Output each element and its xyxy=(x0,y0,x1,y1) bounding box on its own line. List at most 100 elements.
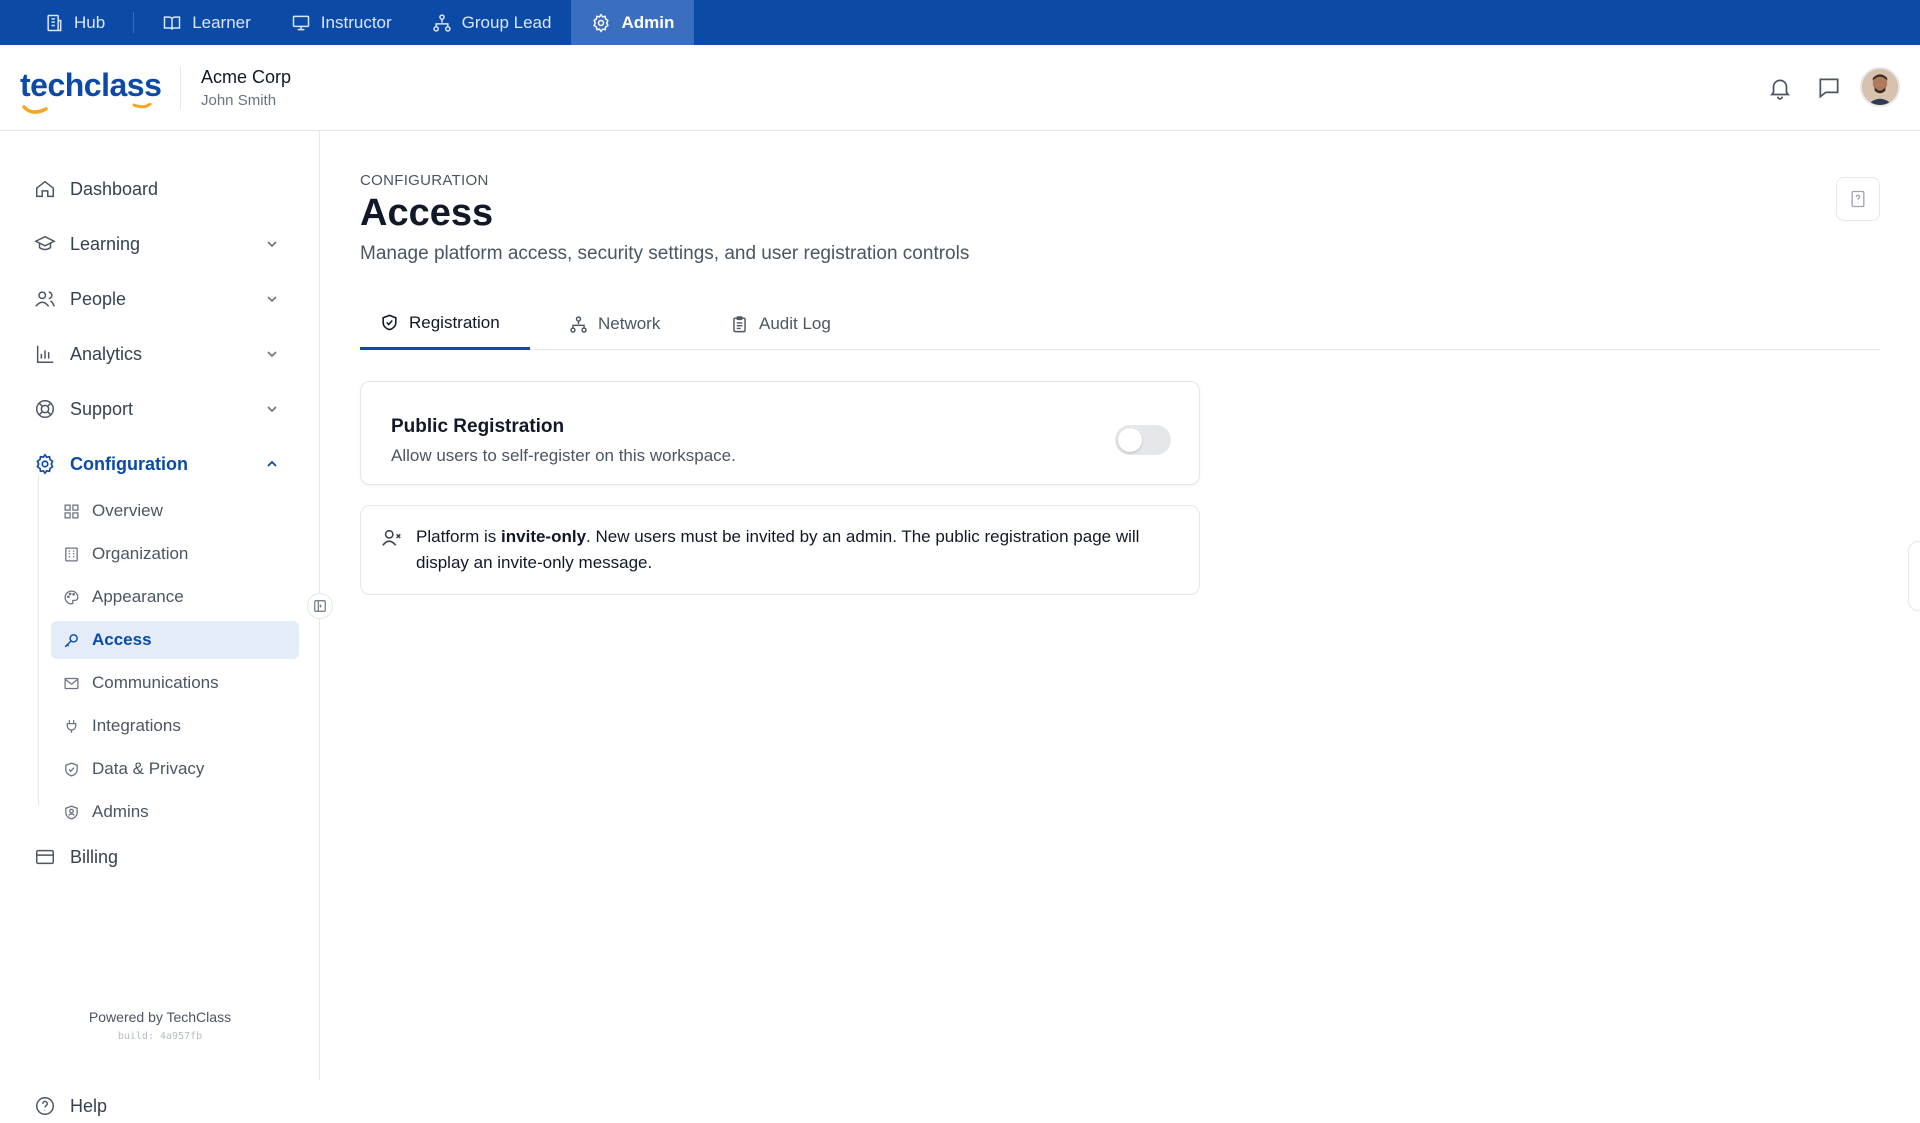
plug-icon xyxy=(66,719,77,733)
bell-icon[interactable] xyxy=(1767,75,1793,101)
role-label: Group Lead xyxy=(461,12,552,32)
grid-icon xyxy=(64,503,79,519)
mail-icon xyxy=(64,677,79,689)
notice-emphasis: invite-only xyxy=(501,527,587,546)
sidebar-subitem-label: Data & Privacy xyxy=(92,759,205,778)
role-label: Hub xyxy=(74,12,106,32)
gear-icon xyxy=(36,453,54,475)
invite-only-notice: Platform is invite-only. New users must … xyxy=(360,505,1200,595)
logo-swoosh-icon xyxy=(22,103,152,114)
techclass-logo[interactable]: techclass xyxy=(20,67,162,104)
tab-label: Registration xyxy=(409,312,500,332)
book-icon xyxy=(163,15,181,30)
sidebar-item-learning[interactable]: Learning xyxy=(34,227,290,261)
page-eyebrow: CONFIGURATION xyxy=(360,172,489,189)
lifebuoy-icon xyxy=(36,400,54,418)
help-document-icon xyxy=(1851,190,1865,208)
sidebar-subitem-organization[interactable]: Organization xyxy=(51,535,299,573)
help-doc-button[interactable] xyxy=(1836,177,1880,221)
sidebar-item-billing[interactable]: Billing xyxy=(34,840,290,874)
presentation-icon xyxy=(292,15,310,30)
building-icon xyxy=(65,546,78,562)
feedback-edge-tab[interactable] xyxy=(1908,541,1920,611)
tab-audit-log[interactable]: Audit Log xyxy=(730,298,831,350)
setting-description: Allow users to self-register on this wor… xyxy=(391,446,736,465)
tab-registration[interactable]: Registration xyxy=(360,298,530,350)
access-tabs: Registration Network Audit Log xyxy=(360,298,1880,350)
sidebar-subitem-label: Communications xyxy=(92,673,219,692)
role-label: Learner xyxy=(192,12,251,32)
role-tab-learner[interactable]: Learner xyxy=(142,0,271,45)
tab-label: Audit Log xyxy=(759,314,831,333)
users-icon xyxy=(35,291,55,307)
avatar[interactable] xyxy=(1860,67,1900,107)
sidebar-item-analytics[interactable]: Analytics xyxy=(34,337,290,371)
key-icon xyxy=(64,633,78,647)
tab-network[interactable]: Network xyxy=(569,298,660,350)
role-tab-instructor[interactable]: Instructor xyxy=(271,0,412,45)
page-description: Manage platform access, security setting… xyxy=(360,243,970,264)
shield-user-icon xyxy=(65,804,78,820)
sidebar-subitem-label: Integrations xyxy=(92,716,181,735)
sidebar-item-dashboard[interactable]: Dashboard xyxy=(34,172,290,206)
sidebar-subitem-label: Organization xyxy=(92,544,189,563)
sidebar-item-label: Configuration xyxy=(70,453,188,474)
role-tab-hub[interactable]: Hub xyxy=(24,0,125,45)
graduation-cap-icon xyxy=(34,235,56,251)
role-label: Admin xyxy=(621,12,675,32)
sidebar-item-label: Dashboard xyxy=(70,178,159,199)
palette-icon xyxy=(64,589,79,605)
sidebar-subitem-label: Access xyxy=(92,630,152,649)
role-tab-admin[interactable]: Admin xyxy=(571,0,695,45)
shield-check-icon xyxy=(382,314,397,331)
sidebar-item-label: Learning xyxy=(70,233,141,254)
sidebar-subitem-label: Overview xyxy=(92,501,163,520)
network-icon xyxy=(432,13,451,32)
submenu-guide-line xyxy=(38,475,39,805)
current-user-name: John Smith xyxy=(201,92,277,109)
sidebar-subitem-communications[interactable]: Communications xyxy=(51,664,299,702)
credit-card-icon xyxy=(36,849,54,865)
chat-icon[interactable] xyxy=(1816,75,1842,101)
sidebar-item-label: People xyxy=(70,288,127,309)
shield-check-icon xyxy=(65,761,78,777)
chevron-down-icon xyxy=(267,351,277,358)
sidebar-subitem-appearance[interactable]: Appearance xyxy=(51,578,299,616)
sidebar-collapse-button[interactable] xyxy=(307,593,333,619)
user-photo xyxy=(1862,69,1898,105)
sidebar-item-help[interactable]: Help xyxy=(34,1089,290,1123)
role-tab-group-lead[interactable]: Group Lead xyxy=(412,0,572,45)
toggle-knob xyxy=(1118,428,1142,452)
sidebar-item-support[interactable]: Support xyxy=(34,392,290,426)
public-registration-toggle[interactable] xyxy=(1115,425,1171,455)
sidebar-item-configuration[interactable]: Configuration xyxy=(34,447,290,481)
clipboard-list-icon xyxy=(733,315,746,332)
sidebar-item-label: Help xyxy=(70,1095,108,1116)
network-icon xyxy=(570,315,587,333)
sidebar-subitem-overview[interactable]: Overview xyxy=(51,492,299,530)
divider xyxy=(133,12,135,33)
powered-by-text: Powered by TechClass xyxy=(88,1009,232,1025)
divider xyxy=(180,67,181,109)
sidebar-item-label: Support xyxy=(70,398,134,419)
page-title: Access xyxy=(360,192,494,234)
sidebar-subitem-integrations[interactable]: Integrations xyxy=(51,707,299,745)
sidebar-subitem-admins[interactable]: Admins xyxy=(51,793,299,831)
notice-prefix: Platform is xyxy=(416,527,502,546)
sidebar-subitem-access[interactable]: Access xyxy=(51,621,299,659)
app-header: techclass Acme Corp John Smith xyxy=(0,45,1920,131)
help-circle-icon xyxy=(36,1097,54,1115)
home-icon xyxy=(36,180,54,198)
role-switcher-bar: Hub Learner Instructor Group Lead Admin xyxy=(0,0,1920,45)
sidebar-subitem-label: Appearance xyxy=(92,587,184,606)
sidebar-item-people[interactable]: People xyxy=(34,282,290,316)
sidebar: Dashboard Learning People Analytics Supp… xyxy=(0,131,320,1116)
notice-text: Platform is invite-only. New users must … xyxy=(416,524,1176,576)
sidebar-subitem-data-privacy[interactable]: Data & Privacy xyxy=(51,750,299,788)
org-name: Acme Corp xyxy=(201,67,292,87)
gear-icon xyxy=(593,12,610,33)
chevron-down-icon xyxy=(267,241,277,248)
tab-label: Network xyxy=(598,314,661,333)
user-x-icon xyxy=(382,529,401,546)
public-registration-card: Public Registration Allow users to self-… xyxy=(360,381,1200,485)
